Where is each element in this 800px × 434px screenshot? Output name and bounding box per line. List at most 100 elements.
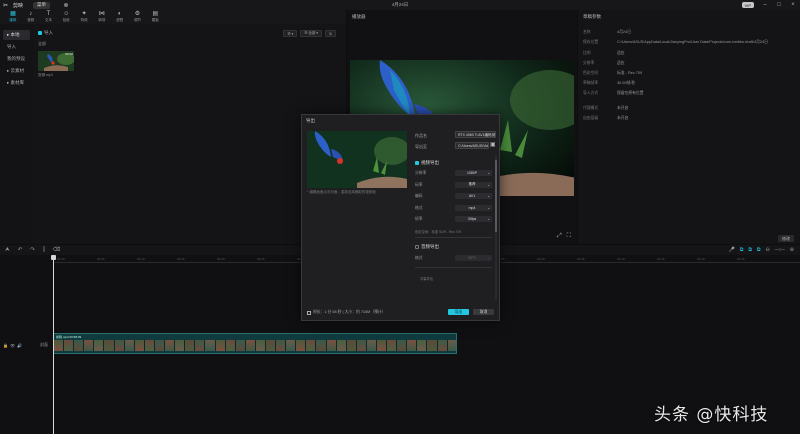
property-value: 未开启 — [617, 106, 629, 110]
video-export-section[interactable]: 视频导出 — [415, 160, 439, 166]
dropdown-select[interactable]: 30fps ⌄ — [455, 216, 492, 222]
tool-label: 调节 — [133, 18, 141, 22]
track-frame — [124, 340, 135, 351]
clip-name: 剪辑.mp4 — [38, 73, 53, 77]
track-frame — [447, 340, 456, 351]
tool-media[interactable]: ▦ 媒体 — [4, 10, 22, 23]
dropdown-select[interactable]: AV1 ⌄ — [455, 193, 492, 199]
chevron-down-icon: ⌄ — [487, 182, 490, 187]
filter-all-button[interactable]: ☰ 全部 ▾ — [300, 30, 323, 37]
select-tool-icon[interactable]: ⮝ — [5, 247, 10, 254]
track-frame — [245, 340, 256, 351]
sidebar-item[interactable]: 我的预设 — [3, 54, 30, 64]
ruler-tick: 00:10 — [137, 257, 145, 261]
delete-icon[interactable]: ⌫ — [53, 247, 61, 254]
view-toggle-button[interactable]: ☰ ▾ — [283, 30, 298, 37]
playhead-handle[interactable] — [51, 255, 56, 260]
adjust-icon: ⚙ — [134, 11, 141, 17]
sidebar-item[interactable]: ▸ 素材库 — [3, 78, 30, 88]
audio-export-section[interactable]: 音频导出 — [415, 244, 439, 250]
property-value: 未开启 — [617, 116, 629, 120]
cancel-button[interactable]: 取消 — [473, 309, 494, 315]
mic-icon[interactable]: 🎤 — [729, 247, 735, 253]
undo-icon[interactable]: ↶ — [18, 247, 23, 254]
window-controls: VIP – □ × — [741, 1, 796, 9]
video-export-checkbox[interactable] — [415, 161, 419, 165]
track-header: 🔒 👁 🔊 封面 — [3, 342, 48, 348]
fullscreen-icon[interactable]: ⤢ — [557, 233, 562, 240]
hide-track-icon[interactable]: 👁 — [10, 343, 15, 348]
tool-audio[interactable]: ♪ 音频 — [22, 10, 40, 23]
track-frame — [205, 340, 216, 351]
folder-icon[interactable]: ▣ — [490, 142, 496, 149]
lock-track-icon[interactable]: 🔒 — [3, 343, 8, 348]
tool-label: 转场 — [98, 18, 106, 22]
dropdown-select[interactable]: 1080P ⌄ — [455, 170, 492, 176]
filter-icon: ◐ — [117, 11, 122, 17]
dropdown-select[interactable]: mp4 ⌄ — [455, 204, 492, 211]
property-row: 名称 4月24日 — [583, 30, 793, 35]
audio-export-checkbox[interactable] — [415, 245, 419, 249]
menu-button[interactable]: 菜单 — [33, 1, 51, 9]
track-frame — [346, 340, 357, 351]
export-dialog: 导出 * 编辑画面点击封面，重新选择截取的视频帧 作品名 RTX 4060 Ti… — [301, 114, 500, 321]
sidebar-item[interactable]: 导入 — [3, 42, 30, 52]
sidebar-item[interactable]: ▸ 云素材 — [3, 66, 30, 76]
tool-template[interactable]: ▤ 模板 — [146, 10, 164, 23]
tool-adjust[interactable]: ⚙ 调节 — [129, 10, 147, 23]
video-track-clip[interactable]: 剪辑.mp4 00:58:29 — [53, 333, 457, 354]
split-icon[interactable]: ⫿ — [43, 247, 45, 254]
path-input[interactable]: C:/Users/ASUS/Videos/导出 — [455, 142, 489, 149]
track-frame — [356, 340, 367, 351]
preview-axis-icon[interactable]: ⧉ — [757, 247, 761, 253]
zoom-slider[interactable]: ─○─ — [775, 247, 785, 253]
track-frame — [276, 340, 287, 351]
dropdown-select[interactable]: 推荐 ⌄ — [455, 181, 492, 188]
name-input[interactable]: RTX 4060 Ti AV1编码测试 — [455, 131, 496, 138]
ruler-tick: 01:25 — [737, 257, 745, 261]
playhead[interactable] — [53, 255, 54, 434]
tool-transition[interactable]: ⋈ 转场 — [93, 10, 111, 23]
chevron-down-icon: ⌄ — [487, 256, 490, 260]
export-scrollbar[interactable] — [495, 155, 497, 300]
tool-label: 媒体 — [9, 18, 17, 22]
sort-button[interactable]: ⇅ — [325, 30, 336, 37]
divider — [415, 267, 492, 268]
export-button[interactable]: 导出 — [448, 309, 469, 315]
tool-effects[interactable]: ✦ 特效 — [75, 10, 93, 23]
sidebar-item[interactable]: ▸ 本地 — [3, 30, 30, 40]
track-frame — [366, 340, 377, 351]
draft-properties-panel: 草稿参数 修改 名称 4月24日 保存位置 C:/Users/ASUS/AppData… — [578, 10, 800, 244]
media-clip-thumbnail[interactable]: 00:58 — [38, 51, 74, 71]
zoom-out-icon[interactable]: ⊖ — [765, 247, 769, 253]
maximize-icon[interactable]: □ — [776, 2, 782, 8]
mute-track-icon[interactable]: 🔊 — [17, 343, 22, 348]
tool-filter[interactable]: ◐ 滤镜 — [111, 10, 129, 23]
track-frame — [427, 340, 438, 351]
property-value: 标准 - Rec.709 — [617, 71, 643, 75]
tool-text[interactable]: T 文本 — [40, 10, 58, 23]
property-row: 比例 适应 — [583, 51, 793, 56]
more-export-label[interactable]: 字幕导出 — [420, 276, 433, 281]
link-icon[interactable]: ⧉ — [748, 247, 752, 253]
edit-properties-button[interactable]: 修改 — [778, 235, 794, 242]
property-key: 草稿帧率 — [583, 81, 599, 85]
chevron-down-icon: ⌄ — [487, 171, 490, 175]
expand-icon[interactable]: ⛶ — [567, 233, 571, 240]
redo-icon[interactable]: ↷ — [30, 247, 35, 254]
export-cover-thumbnail[interactable] — [307, 131, 407, 188]
zoom-in-icon[interactable]: ⊕ — [790, 247, 794, 253]
import-row[interactable]: 导入 — [38, 30, 53, 36]
minimize-icon[interactable]: – — [762, 2, 768, 8]
dropdown-select[interactable]: MP3 ⌄ — [455, 255, 492, 261]
magnet-icon[interactable]: ⧉ — [740, 247, 744, 253]
close-icon[interactable]: × — [790, 2, 796, 8]
track-frame — [165, 340, 176, 351]
watermark: 头条 @快科技 — [654, 405, 769, 425]
track-cover-label[interactable]: 封面 — [40, 342, 48, 348]
field-label: 码率 — [415, 182, 423, 187]
scrollbar-thumb[interactable] — [495, 160, 497, 232]
tool-sticker[interactable]: ☺ 贴纸 — [57, 10, 75, 23]
field-label: 格式 — [415, 256, 423, 260]
vip-badge[interactable]: VIP — [741, 2, 754, 8]
